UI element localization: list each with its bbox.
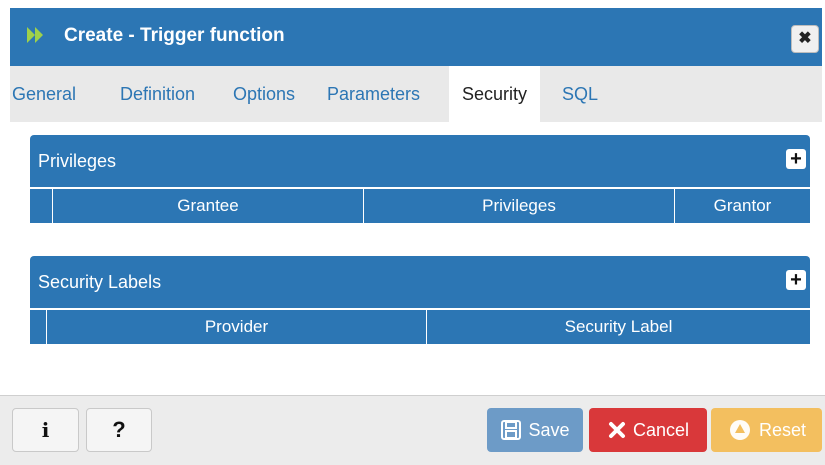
plus-icon: +	[790, 148, 802, 170]
dialog-titlebar[interactable]: Create - Trigger function ✖	[10, 8, 822, 66]
cancel-label: Cancel	[632, 419, 690, 440]
tab-bar: General Definition Options Parameters Se…	[10, 66, 822, 122]
column-header-security-label[interactable]: Security Label	[426, 310, 810, 344]
security-labels-header: Security Labels +	[30, 256, 810, 308]
create-trigger-function-dialog: Create - Trigger function ✖ General Defi…	[0, 0, 825, 465]
close-icon: ✖	[798, 30, 812, 47]
save-button[interactable]: Save	[487, 408, 583, 452]
tab-parameters[interactable]: Parameters	[327, 66, 420, 122]
security-labels-column-header: Provider Security Label	[30, 308, 810, 344]
help-button[interactable]: ?	[86, 408, 152, 452]
tab-label: SQL	[562, 84, 599, 104]
save-icon	[501, 420, 522, 440]
select-column	[30, 310, 46, 344]
plus-icon: +	[790, 269, 802, 291]
trigger-function-icon	[27, 27, 43, 43]
add-privilege-button[interactable]: +	[786, 149, 806, 169]
privileges-title: Privileges	[38, 151, 117, 171]
add-security-label-button[interactable]: +	[786, 270, 806, 290]
tab-sql[interactable]: SQL	[562, 66, 598, 122]
close-button[interactable]: ✖	[791, 25, 819, 53]
help-icon: ?	[112, 417, 126, 442]
security-labels-title: Security Labels	[38, 272, 162, 292]
recycle-icon	[729, 420, 750, 440]
tab-label: Definition	[120, 84, 196, 104]
info-button[interactable]: i	[12, 408, 79, 452]
column-header-privileges[interactable]: Privileges	[363, 189, 674, 223]
tab-options[interactable]: Options	[233, 66, 295, 122]
column-header-grantee[interactable]: Grantee	[52, 189, 363, 223]
cancel-button[interactable]: Cancel	[589, 408, 707, 452]
dialog-title: Create - Trigger function	[64, 25, 285, 46]
tab-content: Privileges + Grantee Privileges Grantor …	[10, 122, 822, 394]
privileges-column-header: Grantee Privileges Grantor	[30, 187, 810, 223]
column-header-grantor[interactable]: Grantor	[674, 189, 810, 223]
privileges-header: Privileges +	[30, 135, 810, 187]
tab-definition[interactable]: Definition	[120, 66, 195, 122]
select-column	[30, 189, 52, 223]
close-icon	[608, 422, 625, 438]
tab-security[interactable]: Security	[449, 66, 541, 122]
save-label: Save	[528, 419, 570, 440]
tab-general[interactable]: General	[10, 66, 76, 122]
reset-label: Reset	[758, 419, 807, 440]
tab-label: General	[12, 84, 77, 104]
info-icon: i	[41, 418, 50, 442]
privileges-panel: Privileges + Grantee Privileges Grantor	[30, 135, 810, 227]
tab-label: Parameters	[327, 84, 421, 104]
tab-label: Options	[233, 84, 296, 104]
reset-button[interactable]: Reset	[711, 408, 822, 452]
tab-label: Security	[462, 84, 528, 104]
column-header-provider[interactable]: Provider	[46, 310, 426, 344]
security-labels-panel: Security Labels + Provider Security Labe…	[30, 256, 810, 348]
dialog-footer: i ? Save Cancel Reset	[0, 395, 825, 465]
